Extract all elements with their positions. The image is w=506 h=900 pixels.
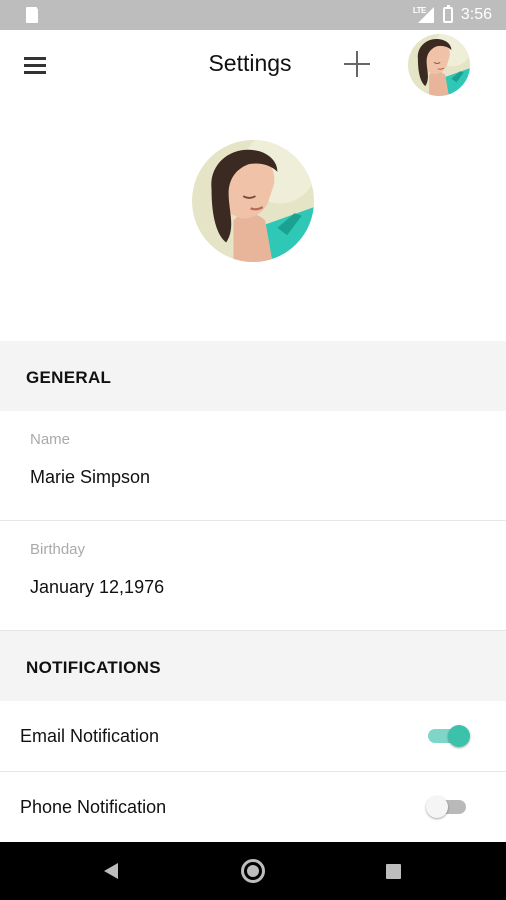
sd-card-icon	[26, 7, 38, 23]
navigation-bar	[0, 842, 506, 900]
toggle-label: Phone Notification	[20, 797, 167, 817]
phone-notification-toggle[interactable]	[426, 796, 470, 818]
back-icon[interactable]	[104, 863, 118, 879]
email-notification-row: Email Notification	[0, 701, 506, 771]
add-button[interactable]	[340, 48, 374, 82]
section-title: NOTIFICATIONS	[26, 658, 161, 677]
field-label: Name	[30, 431, 71, 448]
phone-notification-row: Phone Notification	[0, 772, 506, 842]
email-notification-toggle[interactable]	[426, 725, 470, 747]
home-icon[interactable]	[241, 859, 265, 883]
toggle-label: Email Notification	[20, 726, 160, 746]
field-value: Marie Simpson	[30, 467, 151, 487]
section-header-notifications: NOTIFICATIONS	[0, 631, 506, 701]
status-time: 3:56	[460, 6, 492, 23]
app-bar: Settings	[0, 30, 506, 100]
name-field[interactable]: Name Marie Simpson	[0, 411, 506, 521]
signal-icon: LTE	[413, 6, 435, 24]
status-bar: LTE 3:56	[0, 0, 506, 30]
profile-area	[0, 100, 506, 341]
profile-avatar[interactable]	[192, 140, 314, 262]
battery-icon	[442, 5, 453, 23]
section-header-general: GENERAL	[0, 341, 506, 411]
section-title: GENERAL	[26, 368, 112, 387]
recent-apps-icon[interactable]	[386, 864, 401, 879]
field-value: January 12,1976	[30, 577, 165, 597]
avatar[interactable]	[408, 34, 470, 96]
birthday-field[interactable]: Birthday January 12,1976	[0, 521, 506, 631]
status-icons: LTE 3:56	[413, 0, 492, 30]
field-label: Birthday	[30, 541, 86, 558]
